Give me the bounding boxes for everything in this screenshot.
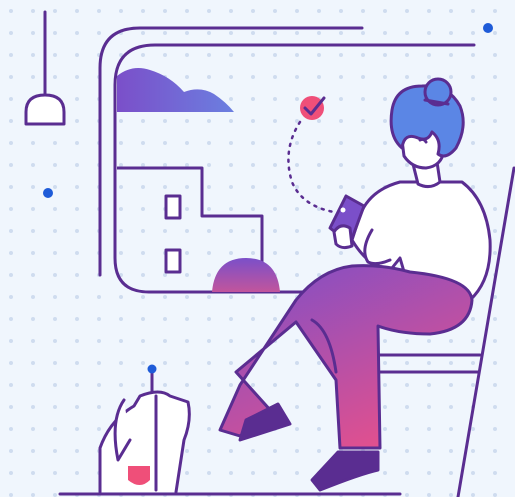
checkmark-badge-icon xyxy=(300,96,326,120)
accent-dot xyxy=(43,188,53,198)
illustration-canvas xyxy=(0,0,515,497)
accent-dot xyxy=(483,23,493,33)
